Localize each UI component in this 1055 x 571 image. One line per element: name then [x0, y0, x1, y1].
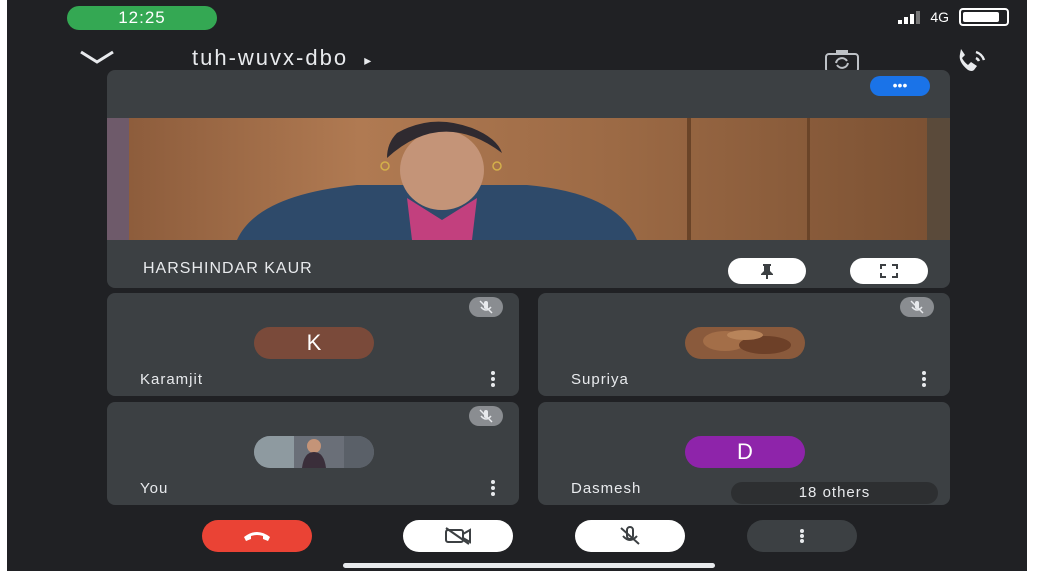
audio-output-icon[interactable] [952, 46, 992, 76]
mic-muted-badge [900, 297, 934, 317]
more-options-icon [800, 529, 804, 543]
tile-menu-icon[interactable] [491, 371, 497, 389]
participant-video [107, 118, 950, 240]
participant-tile-supriya[interactable]: Supriya [538, 293, 950, 396]
fullscreen-icon [880, 264, 898, 278]
more-options-pill[interactable]: ••• [870, 76, 930, 96]
camera-off-icon [445, 527, 471, 545]
tile-menu-icon[interactable] [922, 371, 928, 389]
end-call-button[interactable] [202, 520, 312, 552]
participant-tile-dasmesh[interactable]: D Dasmesh 18 others [538, 402, 950, 505]
avatar: K [254, 327, 374, 359]
meeting-code: tuh-wuvx-dbo [192, 45, 349, 70]
participant-tile-you[interactable]: You [107, 402, 519, 505]
meeting-code-button[interactable]: tuh-wuvx-dbo ▸ [192, 45, 373, 71]
mic-muted-badge [469, 297, 503, 317]
participant-tile-karamjit[interactable]: K Karamjit [107, 293, 519, 396]
status-time: 12:25 [67, 6, 217, 30]
end-call-icon [244, 532, 270, 541]
participant-name: You [140, 480, 169, 497]
meet-screen: 12:25 4G tuh-wuvx-dbo ▸ ••• HARSHINDAR K… [7, 0, 1027, 571]
mic-off-icon [479, 300, 493, 314]
avatar: D [685, 436, 805, 468]
participant-name: Dasmesh [571, 480, 642, 497]
network-label: 4G [930, 9, 949, 25]
camera-toggle-button[interactable] [403, 520, 513, 552]
pin-icon [761, 264, 773, 279]
fullscreen-button[interactable] [850, 258, 928, 284]
others-count-badge[interactable]: 18 others [731, 482, 938, 504]
mic-off-icon [910, 300, 924, 314]
main-speaker-tile[interactable]: ••• HARSHINDAR KAUR [107, 70, 950, 288]
status-indicators: 4G [898, 8, 1009, 26]
pin-button[interactable] [728, 258, 806, 284]
tile-menu-icon[interactable] [491, 480, 497, 498]
mic-muted-badge [469, 406, 503, 426]
participant-name: Karamjit [140, 371, 204, 388]
mic-off-icon [479, 409, 493, 423]
battery-icon [959, 8, 1009, 26]
mic-toggle-button[interactable] [575, 520, 685, 552]
avatar [685, 327, 805, 359]
participant-name: Supriya [571, 371, 629, 388]
home-indicator[interactable] [343, 563, 715, 568]
meeting-info-arrow-icon: ▸ [364, 52, 374, 68]
mic-off-icon [620, 526, 640, 545]
chevron-down-icon[interactable] [77, 42, 117, 72]
more-options-button[interactable] [747, 520, 857, 552]
signal-icon [898, 10, 921, 24]
avatar [254, 436, 374, 468]
main-participant-name: HARSHINDAR KAUR [143, 260, 313, 277]
